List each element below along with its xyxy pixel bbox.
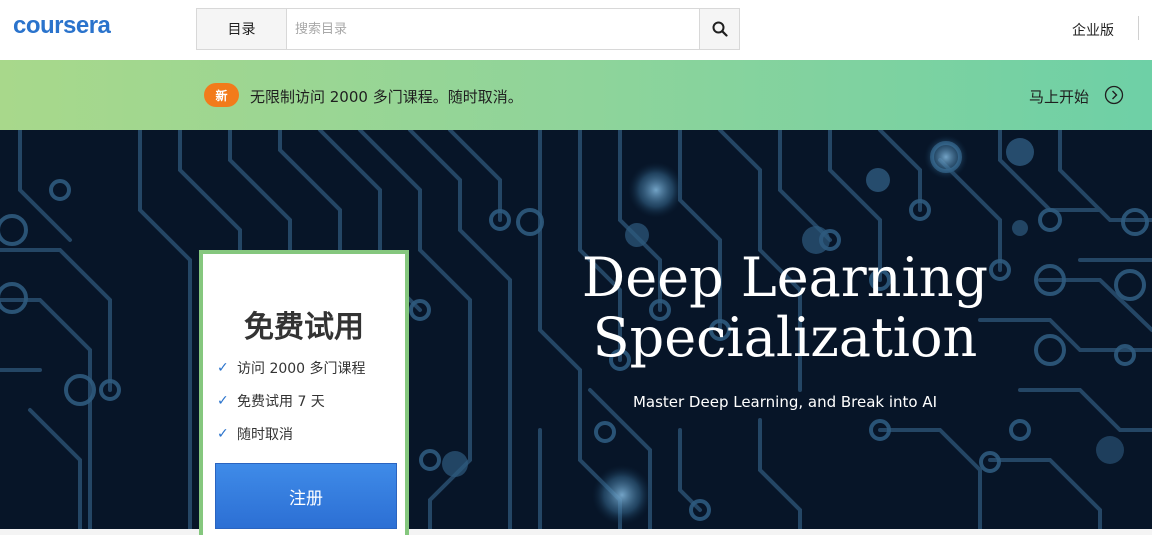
trial-item: ✓ 随时取消: [217, 424, 293, 444]
free-trial-card: 免费试用 ✓ 访问 2000 多门课程 ✓ 免费试用 7 天 ✓ 随时取消 注册: [199, 250, 409, 535]
check-icon: ✓: [217, 426, 229, 442]
trial-item: ✓ 访问 2000 多门课程: [217, 358, 366, 378]
top-header: coursera 目录 企业版: [0, 0, 1152, 60]
search-button[interactable]: [699, 9, 739, 49]
header-divider: [1138, 16, 1139, 40]
signup-button[interactable]: 注册: [215, 463, 397, 529]
promo-text: 无限制访问 2000 多门课程。随时取消。: [250, 88, 523, 106]
hero-title-line2: Specialization: [592, 306, 978, 369]
hero-banner: Deep Learning Specialization Master Deep…: [0, 130, 1152, 529]
hero-title: Deep Learning Specialization: [560, 248, 1010, 368]
search-input[interactable]: [287, 9, 699, 49]
hero-subtitle: Master Deep Learning, and Break into AI: [632, 393, 938, 411]
catalog-button[interactable]: 目录: [197, 9, 287, 49]
hero-title-line1: Deep Learning: [581, 246, 989, 309]
trial-item-label: 访问 2000 多门课程: [237, 361, 366, 377]
search-icon: [712, 21, 728, 37]
search-bar: 目录: [196, 8, 740, 50]
free-trial-title: 免费试用: [244, 310, 364, 345]
trial-item-label: 随时取消: [237, 427, 293, 443]
start-now-link[interactable]: 马上开始: [1029, 86, 1089, 107]
bottom-strip: [0, 529, 1152, 535]
trial-item: ✓ 免费试用 7 天: [217, 391, 325, 411]
new-badge: 新: [204, 83, 239, 107]
promo-banner: 新 无限制访问 2000 多门课程。随时取消。 马上开始: [0, 60, 1152, 130]
check-icon: ✓: [217, 360, 229, 376]
coursera-logo[interactable]: coursera: [13, 12, 111, 40]
chevron-right-circle-icon[interactable]: [1104, 85, 1124, 105]
enterprise-link[interactable]: 企业版: [1072, 20, 1114, 40]
check-icon: ✓: [217, 393, 229, 409]
trial-item-label: 免费试用 7 天: [237, 394, 325, 410]
